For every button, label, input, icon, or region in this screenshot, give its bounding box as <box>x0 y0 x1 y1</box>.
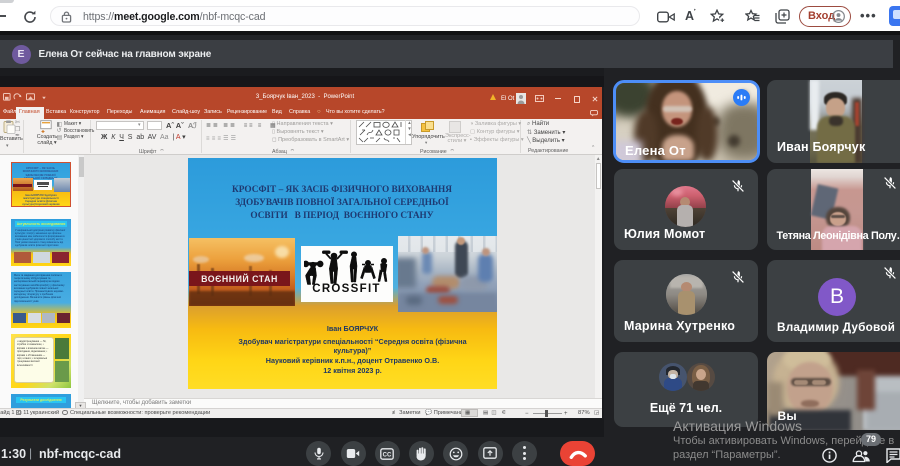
svg-text:CC: CC <box>383 452 392 458</box>
